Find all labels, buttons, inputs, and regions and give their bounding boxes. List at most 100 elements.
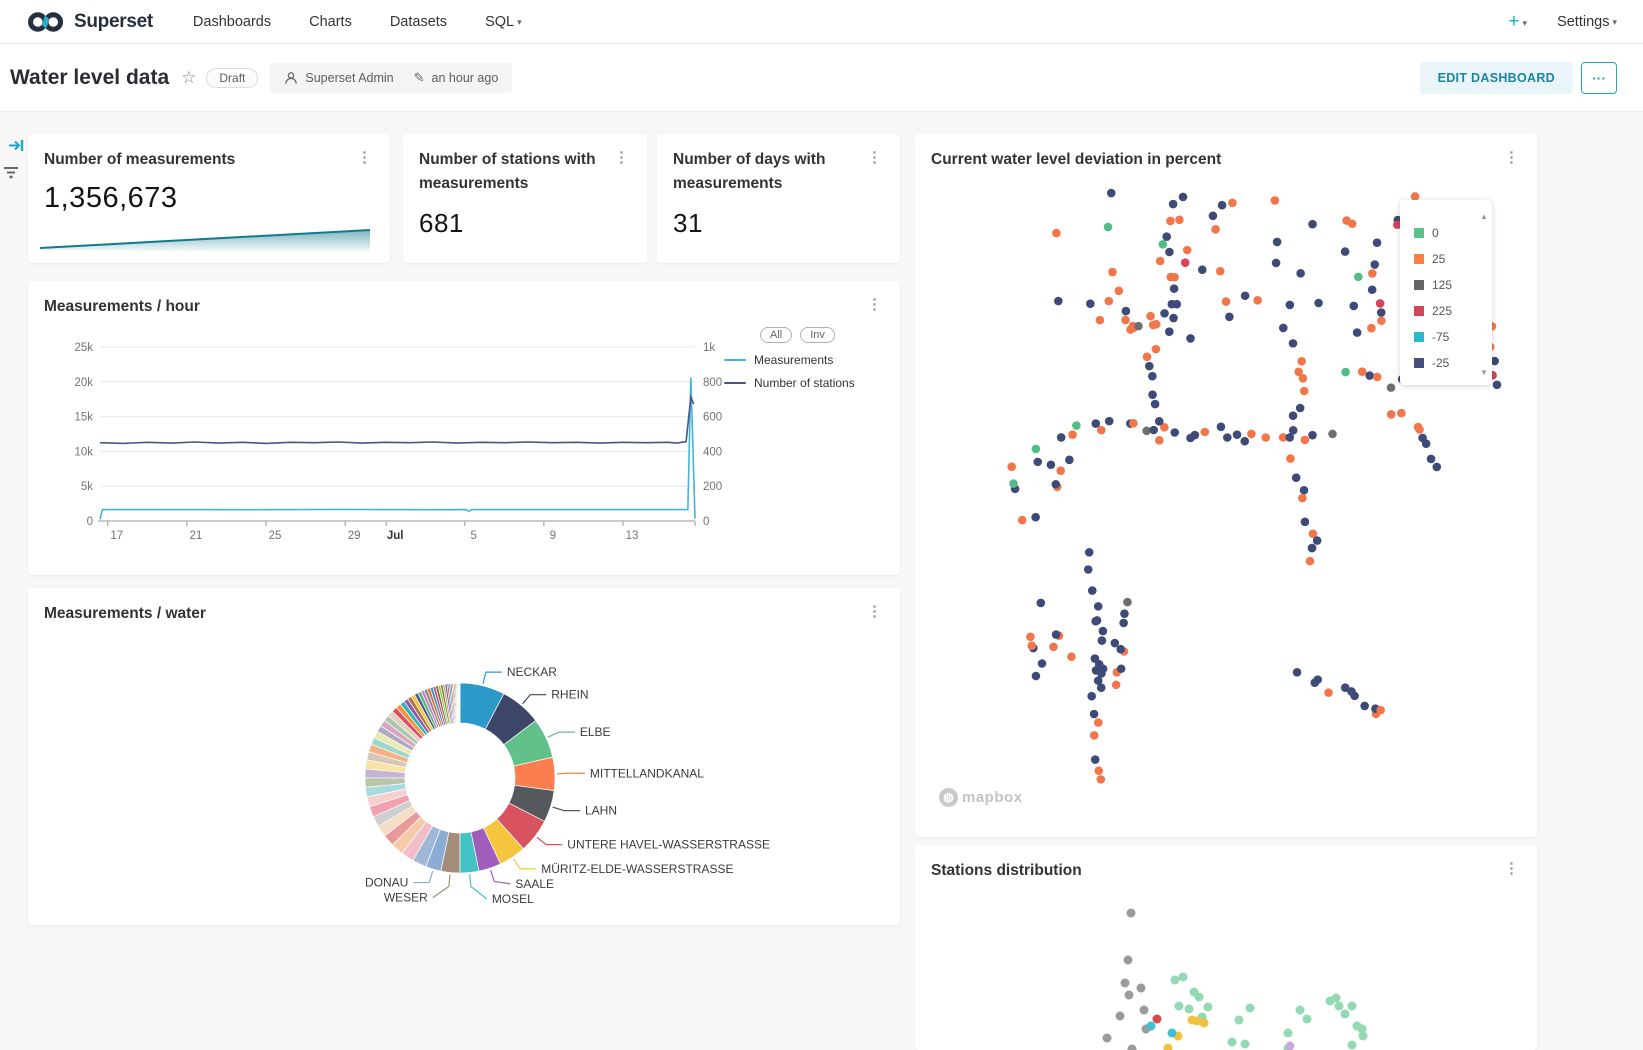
kpi-value: 1,356,673 <box>44 182 178 215</box>
legend-swatch <box>1414 254 1424 264</box>
legend-value: 0 <box>1432 226 1439 240</box>
svg-text:21: 21 <box>189 530 202 542</box>
legend-swatch <box>1414 358 1424 368</box>
chart-title: Measurements / hour <box>44 295 200 319</box>
mapbox-attribution[interactable]: ◍ mapbox <box>939 788 1023 807</box>
more-options-button[interactable]: ··· <box>1581 62 1617 94</box>
kpi-value: 31 <box>673 208 703 239</box>
legend-swatch <box>1414 306 1424 316</box>
series-swatch <box>724 359 746 361</box>
caret-down-icon: ▾ <box>1523 18 1528 28</box>
svg-text:LAHN: LAHN <box>585 804 617 818</box>
chart-card-stations-distribution: Stations distribution ⋮ <box>915 845 1537 1050</box>
kebab-menu-icon[interactable]: ⋮ <box>353 148 376 172</box>
last-modified: an hour ago <box>432 71 499 85</box>
kebab-menu-icon[interactable]: ⋮ <box>610 148 633 196</box>
kebab-menu-icon[interactable]: ⋮ <box>1500 148 1523 172</box>
svg-text:0: 0 <box>703 516 709 528</box>
donut-chart: NECKARRHEINELBEMITTELLANDKANALLAHNUNTERE… <box>28 588 900 925</box>
expand-filter-bar-icon[interactable] <box>8 138 25 158</box>
legend-value: 125 <box>1432 278 1452 292</box>
legend-value: -25 <box>1432 356 1449 370</box>
user-icon <box>284 71 298 85</box>
status-badge: Draft <box>206 68 258 88</box>
top-navbar: Superset Dashboards Charts Datasets SQL▾… <box>0 0 1643 44</box>
kebab-menu-icon[interactable]: ⋮ <box>863 148 886 196</box>
favorite-star-icon[interactable]: ☆ <box>181 68 196 88</box>
svg-text:15k: 15k <box>74 412 93 424</box>
superset-infinity-icon <box>26 10 66 34</box>
map-legend-item[interactable]: 225 <box>1414 298 1486 324</box>
svg-text:SAALE: SAALE <box>515 877 554 891</box>
chart-title: Current water level deviation in percent <box>931 148 1221 172</box>
map-legend-item[interactable]: 125 <box>1414 272 1486 298</box>
kpi-card-number-of-measurements: Number of measurements ⋮ 1,356,673 <box>28 134 390 263</box>
caret-down-icon: ▾ <box>1612 17 1617 27</box>
svg-text:5: 5 <box>471 530 477 542</box>
settings-menu[interactable]: Settings▾ <box>1557 14 1617 30</box>
svg-text:MÜRITZ-ELDE-WASSERSTRASSE: MÜRITZ-ELDE-WASSERSTRASSE <box>541 862 733 876</box>
map-legend-item[interactable]: 0 <box>1414 220 1486 246</box>
kpi-value: 681 <box>419 208 464 239</box>
map-legend-item[interactable]: -75 <box>1414 324 1486 350</box>
svg-text:29: 29 <box>348 530 361 542</box>
svg-text:NECKAR: NECKAR <box>507 665 557 679</box>
chart-title: Number of measurements <box>44 148 235 172</box>
legend-toggle-all[interactable]: All <box>760 327 792 343</box>
series-legend: All Inv Measurements Number of stations <box>724 327 874 399</box>
kebab-menu-icon[interactable]: ⋮ <box>863 602 886 626</box>
caret-down-icon: ▾ <box>517 17 522 27</box>
legend-scroll-up-icon[interactable]: ▲ <box>1480 212 1488 221</box>
pencil-icon: ✎ <box>414 70 425 86</box>
svg-text:800: 800 <box>703 377 722 389</box>
legend-scroll-down-icon[interactable]: ▼ <box>1480 368 1488 377</box>
nav-dashboards[interactable]: Dashboards <box>187 14 277 30</box>
chart-title: Stations distribution <box>931 859 1082 883</box>
series-swatch <box>724 382 746 384</box>
new-menu-button[interactable]: +▾ <box>1508 11 1527 33</box>
svg-text:13: 13 <box>626 530 639 542</box>
kebab-menu-icon[interactable]: ⋮ <box>1500 859 1523 883</box>
svg-text:RHEIN: RHEIN <box>551 688 588 702</box>
svg-text:Jul: Jul <box>387 530 404 542</box>
owner-name: Superset Admin <box>305 71 393 85</box>
svg-text:25: 25 <box>269 530 282 542</box>
legend-item[interactable]: Number of stations <box>724 376 874 390</box>
svg-text:0: 0 <box>87 516 93 528</box>
map-legend-item[interactable]: -25 <box>1414 350 1486 376</box>
edit-dashboard-button[interactable]: EDIT DASHBOARD <box>1420 62 1573 94</box>
svg-text:MOSEL: MOSEL <box>492 892 534 906</box>
legend-swatch <box>1414 280 1424 290</box>
page-title: Water level data <box>10 66 169 90</box>
svg-text:600: 600 <box>703 412 722 424</box>
svg-text:9: 9 <box>550 530 556 542</box>
dashboard-header: Water level data ☆ Draft Superset Admin … <box>0 44 1643 112</box>
timeseries-chart: 25k1k20k80015k60010k4005k2000017212529Ju… <box>28 281 900 575</box>
svg-text:400: 400 <box>703 446 722 458</box>
chart-card-measurements-per-hour: Measurements / hour ⋮ 25k1k20k80015k6001… <box>28 281 900 575</box>
nav-sql-menu[interactable]: SQL▾ <box>479 14 528 30</box>
kpi-card-number-of-days: Number of days with measurements ⋮ 31 <box>657 134 900 263</box>
map-legend-item[interactable]: 25 <box>1414 246 1486 272</box>
series-label: Measurements <box>754 353 833 367</box>
chart-card-water-level-deviation-map: Current water level deviation in percent… <box>915 134 1537 837</box>
owner-info-box: Superset Admin ✎ an hour ago <box>270 63 512 93</box>
legend-toggle-inv[interactable]: Inv <box>800 327 835 343</box>
legend-swatch <box>1414 228 1424 238</box>
kebab-menu-icon[interactable]: ⋮ <box>863 295 886 319</box>
nav-datasets[interactable]: Datasets <box>384 14 453 30</box>
series-label: Number of stations <box>754 376 855 390</box>
filter-list-icon[interactable] <box>2 164 20 185</box>
legend-value: -75 <box>1432 330 1449 344</box>
legend-item[interactable]: Measurements <box>724 353 874 367</box>
map-legend: ▲ 0 25 125 225 -75 -25 ▼ <box>1400 200 1492 385</box>
brand-name: Superset <box>74 11 153 33</box>
legend-value: 225 <box>1432 304 1452 318</box>
chart-title: Number of stations with measurements <box>419 148 601 196</box>
superset-logo[interactable]: Superset <box>26 10 153 34</box>
legend-swatch <box>1414 332 1424 342</box>
svg-text:5k: 5k <box>81 481 93 493</box>
nav-charts[interactable]: Charts <box>303 14 358 30</box>
svg-text:WESER: WESER <box>384 891 428 905</box>
svg-text:DONAU: DONAU <box>365 876 408 890</box>
